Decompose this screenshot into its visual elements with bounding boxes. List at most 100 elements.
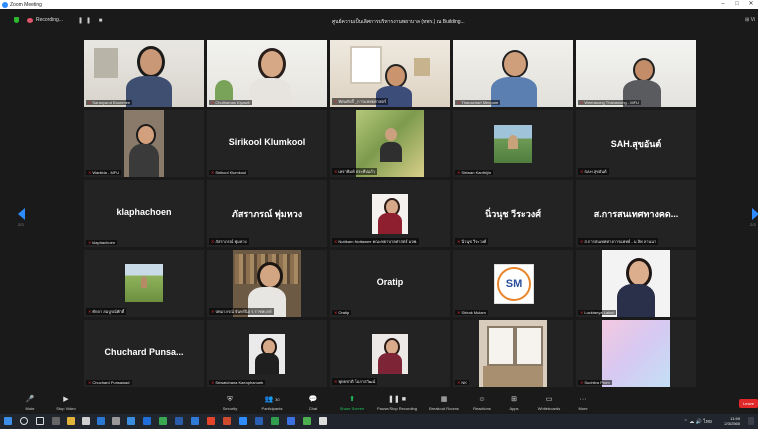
- pause-stop-record-icons[interactable]: ❚❚ ■: [78, 17, 105, 24]
- participant-tile[interactable]: ✕Chuthamas Kiyawit: [207, 40, 327, 107]
- taskbar-app-icon[interactable]: [52, 417, 60, 425]
- taskbar-app-icon[interactable]: [191, 417, 199, 425]
- maximize-button[interactable]: □: [730, 0, 744, 9]
- previous-page-arrow-icon[interactable]: [18, 208, 25, 220]
- taskbar-clock[interactable]: 11:59 2/3/2565: [724, 416, 740, 426]
- zoom-logo-icon: [2, 1, 8, 8]
- participant-tile[interactable]: Sirikool Klumkool ✕Sirikool Klumkool: [207, 110, 327, 177]
- os-taskbar: ⌃ ☁ 🔊 ไทย 11:59 2/3/2565: [0, 414, 758, 429]
- next-page-arrow-icon[interactable]: [752, 208, 758, 220]
- windows-start-icon[interactable]: [4, 417, 12, 425]
- participant-name: Lucktanya Laksri: [584, 310, 615, 315]
- participant-name-label: ✕Saranyarut Boonmee: [86, 100, 133, 105]
- participant-tile[interactable]: SAH.สุขอันต์ ✕SAH.สุขอันต์: [576, 110, 696, 177]
- profile-photo: [125, 264, 163, 302]
- participant-tile[interactable]: ✕ศักดา สมบูรณ์ศักดิ์: [84, 250, 204, 317]
- participant-name: Weerasong Thanawong - MFU: [584, 100, 639, 105]
- leave-meeting-button[interactable]: Leave: [739, 399, 758, 408]
- person-figure: [489, 50, 539, 107]
- participant-tile[interactable]: ภัสราภรณ์ พุ่มหวง ✕ภัสราภรณ์ พุ่มหวง: [207, 180, 327, 247]
- breakout-rooms-icon: ▦: [440, 396, 448, 403]
- notifications-icon[interactable]: [748, 417, 754, 425]
- participants-button[interactable]: 👥 30 Participants: [256, 396, 288, 411]
- chat-button[interactable]: 💬 Chat: [302, 396, 324, 411]
- muted-mic-icon: ✕: [457, 310, 461, 315]
- background-shelf: [94, 48, 118, 78]
- apps-icon: ⊞: [511, 396, 517, 403]
- breakout-label: Breakout Rooms: [429, 406, 459, 411]
- whiteboards-button[interactable]: ▭ Whiteboards: [533, 396, 565, 411]
- excel-icon[interactable]: [271, 417, 279, 425]
- participant-tile[interactable]: ✕เพราพิมพ์ ประทีปแก้ว: [330, 110, 450, 177]
- muted-mic-icon: ✕: [334, 379, 338, 384]
- powerpoint-icon[interactable]: [223, 417, 231, 425]
- participant-tile[interactable]: ✕Thanachart Meepum: [453, 40, 573, 107]
- participant-display-name: ส.การสนเทศทางคด...: [593, 209, 679, 219]
- participant-tile[interactable]: ✕Wantida - MFU: [84, 110, 204, 177]
- pause-stop-recording-button[interactable]: ❚❚ ■ Pause/Stop Recording: [372, 396, 422, 411]
- security-button[interactable]: ⛨ Security: [218, 396, 242, 411]
- muted-mic-icon: ✕: [457, 239, 461, 244]
- participant-tile[interactable]: ✕Saranyarut Boonmee: [84, 40, 204, 107]
- muted-mic-icon: ✕: [457, 380, 461, 385]
- more-dots-icon: ···: [579, 396, 587, 403]
- participant-tile[interactable]: ✕Suchitra Prom: [576, 320, 696, 387]
- apps-button[interactable]: ⊞ Apps: [505, 396, 523, 411]
- taskbar-app-icon[interactable]: [287, 417, 295, 425]
- search-icon[interactable]: [20, 417, 28, 425]
- stop-video-button[interactable]: ▶ Stop Video: [52, 396, 80, 411]
- participant-tile[interactable]: นิ่วนุช วีระวงศ์ ✕นิ่วนุช วีระวงศ์: [453, 180, 573, 247]
- store-icon[interactable]: [82, 417, 90, 425]
- chrome-icon[interactable]: [207, 417, 215, 425]
- video-feed: [453, 40, 573, 107]
- security-shield-icon[interactable]: [14, 17, 19, 23]
- participant-display-name: นิ่วนุช วีระวงศ์: [485, 209, 541, 219]
- minimize-button[interactable]: –: [716, 0, 730, 9]
- word-icon[interactable]: [255, 417, 263, 425]
- taskbar-app-icon[interactable]: [159, 417, 167, 425]
- participant-tile[interactable]: ✕ทัศนศักดิ์ _การแพทยศาสตร์: [330, 40, 450, 107]
- muted-mic-icon: ✕: [580, 380, 584, 385]
- mail-icon[interactable]: [97, 417, 105, 425]
- taskbar-app-icon[interactable]: [175, 417, 183, 425]
- reactions-button[interactable]: ☺ Reactions: [469, 396, 495, 411]
- view-button[interactable]: ⊞ Vi: [745, 17, 755, 23]
- muted-mic-icon: ✕: [457, 100, 461, 105]
- participant-tile[interactable]: ✕Sriwatchana Kaeophanuek: [207, 320, 327, 387]
- breakout-rooms-button[interactable]: ▦ Breakout Rooms: [426, 396, 462, 411]
- mute-button[interactable]: 🎤 Mute: [19, 396, 41, 411]
- participant-tile[interactable]: ส.การสนเทศทางคด... ✕ส.การสนเทศทางการแพทย…: [576, 180, 696, 247]
- taskbar-app-icon[interactable]: [127, 417, 135, 425]
- video-feed: [330, 40, 450, 107]
- participant-name: ภัสราภรณ์ พุ่มหวง: [215, 239, 247, 244]
- participant-tile[interactable]: ✕พุทธชาติ โอภาสวัฒน์: [330, 320, 450, 387]
- file-explorer-icon[interactable]: [67, 417, 75, 425]
- share-screen-icon: ⬆: [349, 396, 355, 403]
- participant-tile[interactable]: Oratip ✕Oratip: [330, 250, 450, 317]
- muted-mic-icon: ✕: [211, 170, 215, 175]
- taskbar-app-icon[interactable]: [112, 417, 120, 425]
- recording-indicator[interactable]: Recording...: [27, 17, 63, 23]
- participant-name: พุทธชาติ โอภาสวัฒน์: [338, 379, 376, 384]
- more-button[interactable]: ··· More: [574, 396, 592, 411]
- participant-tile[interactable]: ✕Siriwan Kanthijin: [453, 110, 573, 177]
- participant-tile[interactable]: ✕Nuttkarn Nottawee คณะพยาบาลศาสตร์ มจพ.: [330, 180, 450, 247]
- share-screen-button[interactable]: ⬆ Share Screen: [336, 396, 368, 411]
- task-view-icon[interactable]: [36, 417, 44, 425]
- edge-browser-icon[interactable]: [143, 417, 151, 425]
- participant-tile[interactable]: ✕Weerasong Thanawong - MFU: [576, 40, 696, 107]
- taskbar-app-icon[interactable]: [319, 417, 327, 425]
- participant-display-name: Sirikool Klumkool: [228, 137, 306, 147]
- participant-tile[interactable]: Chuchard Punsa... ✕Chuchard Punsawad: [84, 320, 204, 387]
- participant-name: SAH.สุขอันต์: [584, 169, 607, 174]
- participant-tile[interactable]: ✕Lucktanya Laksri: [576, 250, 696, 317]
- video-feed: [576, 40, 696, 107]
- participant-tile[interactable]: ✕ปทมาภรณ์ จันทร์นิล ร.ราชพฤกษ์: [207, 250, 327, 317]
- system-tray[interactable]: ⌃ ☁ 🔊 ไทย: [684, 418, 712, 426]
- line-icon[interactable]: [303, 417, 311, 425]
- participant-tile[interactable]: klaphachoen ✕klaphachoen: [84, 180, 204, 247]
- zoom-taskbar-icon[interactable]: [239, 417, 247, 425]
- participant-tile[interactable]: SM ✕Sirirak Mulam: [453, 250, 573, 317]
- close-button[interactable]: ✕: [744, 0, 758, 9]
- participant-tile[interactable]: ✕NK: [453, 320, 573, 387]
